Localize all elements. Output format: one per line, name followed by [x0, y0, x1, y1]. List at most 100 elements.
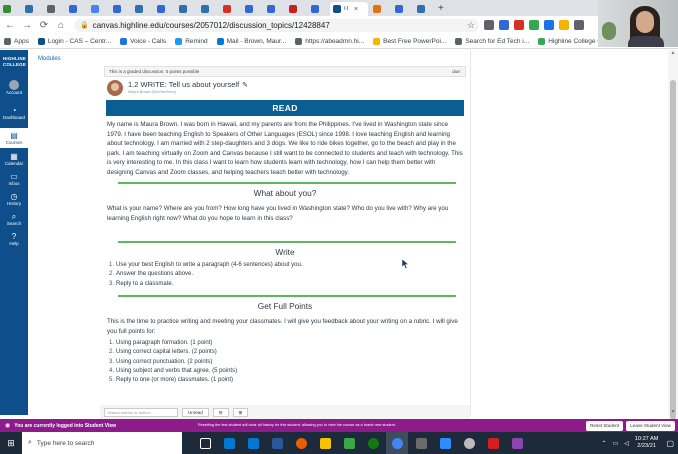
collapse-button[interactable]: ⊟ [212, 407, 229, 417]
bookmark-item[interactable]: Apps [4, 37, 29, 45]
taskbar-app-screencast[interactable] [410, 432, 432, 454]
address-bar-url[interactable]: canvas.highline.edu/courses/2057012/disc… [93, 21, 330, 30]
nav-search[interactable]: ⌕ Search [0, 212, 28, 232]
taskbar-app-acrobat[interactable] [482, 432, 504, 454]
browser-tab[interactable] [44, 2, 64, 16]
extension-icon[interactable] [499, 20, 509, 30]
extension-icon[interactable] [529, 20, 539, 30]
taskbar-search-placeholder[interactable]: Type here to search [37, 440, 94, 447]
home-icon[interactable]: ⌂ [54, 20, 68, 31]
scrollbar-thumb[interactable] [670, 80, 676, 420]
back-icon[interactable]: ← [3, 20, 17, 31]
browser-tab[interactable] [0, 2, 20, 16]
inbox-icon: ▭ [10, 172, 18, 181]
taskbar-app-outlook-2[interactable] [242, 432, 264, 454]
windows-start-button[interactable]: ⊞ [0, 432, 22, 454]
course-nav: Modules [28, 50, 98, 415]
author-avatar[interactable] [107, 80, 123, 96]
taskbar-app-settings[interactable] [458, 432, 480, 454]
taskbar-app-snip[interactable] [506, 432, 528, 454]
nav-dashboard[interactable]: ◔ Dashboard [0, 106, 28, 126]
tray-chevron-icon[interactable]: ⌃ [601, 440, 606, 447]
unread-filter-button[interactable]: Unread [182, 407, 209, 417]
help-icon: ? [11, 232, 17, 241]
taskbar-app-firefox[interactable] [290, 432, 312, 454]
browser-tab[interactable] [88, 2, 108, 16]
browser-tab[interactable] [370, 2, 390, 16]
taskbar-app-outlook[interactable] [218, 432, 240, 454]
bookmark-item[interactable]: Login - CAS – Centr... [37, 37, 111, 45]
forward-icon[interactable]: → [20, 20, 34, 31]
taskbar-clock[interactable]: 10:27 AM 2/23/21 [635, 436, 659, 450]
extension-icon[interactable] [559, 20, 569, 30]
tab-close-icon[interactable]: × [354, 6, 358, 13]
bookmark-star-icon[interactable]: ☆ [467, 20, 475, 31]
taskbar-app-task-view[interactable] [194, 432, 216, 454]
page-scrollbar[interactable]: ▲ ▼ [668, 50, 678, 420]
browser-tab[interactable] [220, 2, 240, 16]
browser-tab[interactable] [242, 2, 262, 16]
browser-tab[interactable] [132, 2, 152, 16]
nav-help[interactable]: ? Help [0, 232, 28, 252]
taskbar-app-chrome[interactable] [386, 432, 408, 454]
bookmark-item[interactable]: Remind [175, 37, 208, 45]
nav-history[interactable]: ◷ History [0, 192, 28, 212]
extension-icon[interactable] [574, 20, 584, 30]
post-author[interactable]: Maura Brown (She/her/hers) [128, 90, 176, 94]
scroll-down-icon[interactable]: ▼ [668, 409, 678, 415]
network-icon[interactable]: ▭ [613, 440, 619, 447]
address-bar[interactable]: 🔒 canvas.highline.edu/courses/2057012/di… [74, 18, 479, 32]
taskbar-search-box[interactable]: ⌕ Type here to search [22, 432, 182, 454]
browser-tab[interactable] [110, 2, 130, 16]
taskbar-app-zoom[interactable] [434, 432, 456, 454]
extension-icon[interactable] [484, 20, 494, 30]
browser-tab[interactable] [22, 2, 42, 16]
entries-search-input[interactable]: Search entries or author... [104, 407, 178, 417]
nav-courses[interactable]: ▤ Courses [0, 128, 28, 148]
tab-favicon-icon [289, 5, 297, 13]
extension-icon[interactable] [514, 20, 524, 30]
notifications-icon[interactable]: ▢ [666, 439, 674, 448]
taskbar-app-xbox[interactable] [362, 432, 384, 454]
nav-calendar[interactable]: ▦ Calendar [0, 152, 28, 172]
camtasia-icon [343, 437, 355, 449]
extension-icon[interactable] [544, 20, 554, 30]
bookmark-item[interactable]: Mail - Brown, Maur... [216, 37, 286, 45]
browser-tab[interactable] [66, 2, 86, 16]
taskbar-app-explorer[interactable] [314, 432, 336, 454]
browser-tab[interactable] [308, 2, 328, 16]
browser-tab[interactable] [176, 2, 196, 16]
list-item: 4. Using subject and verbs that agree. (5… [109, 367, 238, 374]
nav-inbox[interactable]: ▭ Inbox [0, 172, 28, 192]
bookmark-item[interactable]: Best Free PowerPoi... [373, 37, 446, 45]
taskbar-app-word[interactable] [266, 432, 288, 454]
browser-tab[interactable] [414, 2, 434, 16]
tab-favicon-icon [311, 5, 319, 13]
nav-inbox-label: Inbox [8, 181, 20, 186]
reload-icon[interactable]: ⟳ [37, 20, 51, 31]
browser-tab[interactable] [264, 2, 284, 16]
browser-tab[interactable] [392, 2, 412, 16]
browser-tab[interactable] [198, 2, 218, 16]
scroll-up-icon[interactable]: ▲ [668, 50, 678, 56]
tab-favicon-icon [201, 5, 209, 13]
edit-pencil-icon[interactable]: ✎ [242, 82, 248, 89]
nav-account[interactable]: Account [0, 80, 28, 100]
explorer-icon [319, 437, 331, 449]
taskbar-app-camtasia[interactable] [338, 432, 360, 454]
course-nav-modules[interactable]: Modules [38, 56, 61, 62]
leave-student-view-button[interactable]: Leave Student View [626, 420, 675, 431]
bookmark-item[interactable]: https://abeadmn.hi... [295, 37, 364, 45]
browser-tab-active[interactable]: Tł × [330, 2, 368, 16]
browser-tab[interactable] [286, 2, 306, 16]
college-logo[interactable]: HIGHLINE COLLEGE [1, 56, 28, 68]
mouse-cursor-icon [402, 259, 409, 269]
new-tab-button[interactable]: + [438, 2, 444, 16]
browser-tab[interactable] [154, 2, 174, 16]
reset-student-button[interactable]: Reset Student [586, 420, 624, 431]
nav-account-label: Account [5, 90, 23, 95]
bookmark-item[interactable]: Search for Ed Tech i... [455, 37, 529, 45]
expand-button[interactable]: ⊞ [232, 407, 249, 417]
volume-icon[interactable]: ◁ [624, 440, 629, 447]
bookmark-item[interactable]: Voice - Calls [120, 37, 166, 45]
